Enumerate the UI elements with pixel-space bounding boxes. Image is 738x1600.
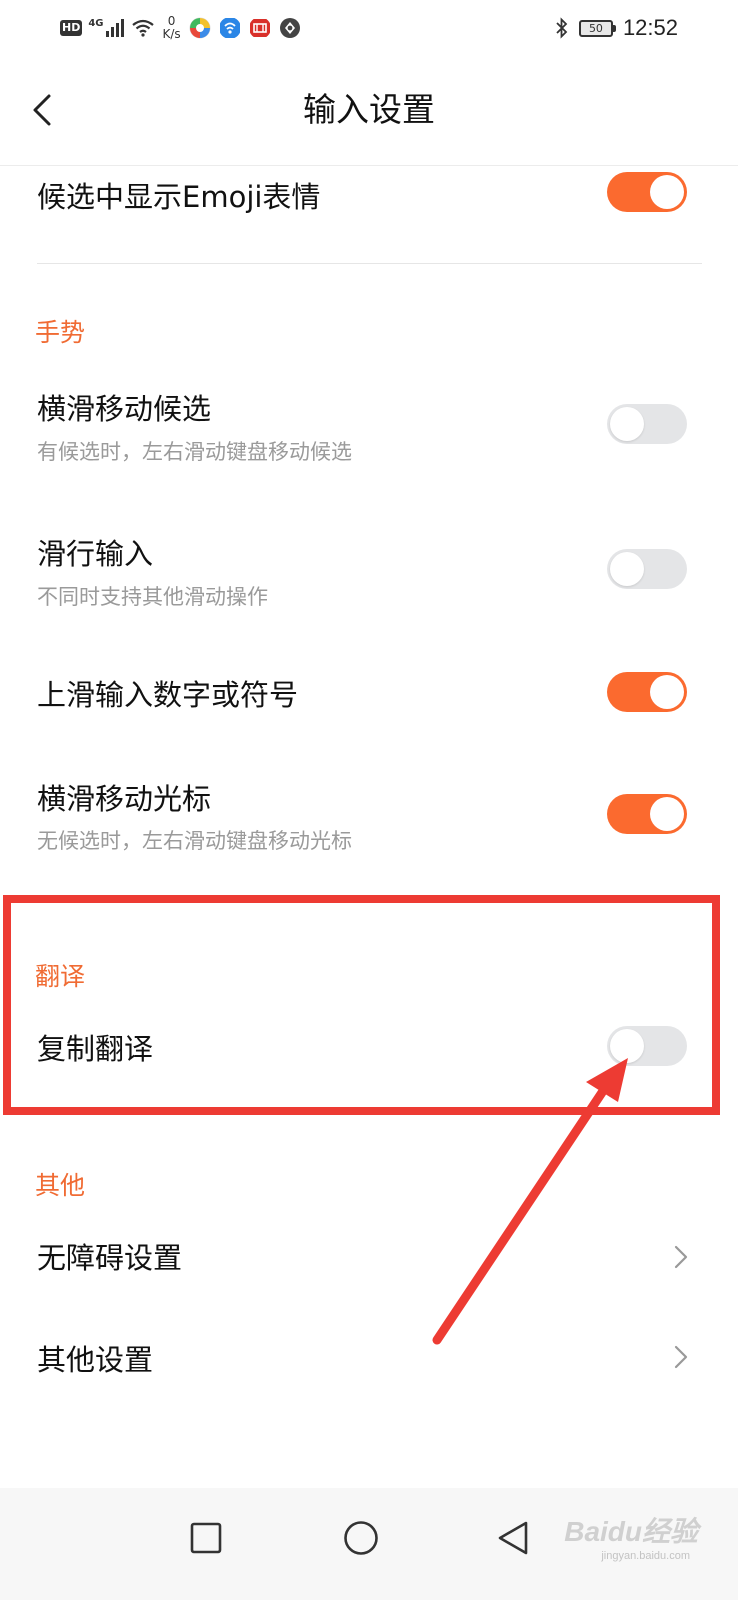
setting-row-other-settings[interactable]: 其他设置 [0,1325,738,1395]
status-bar: HD 4G 0 K/s 50 12:52 [0,0,738,56]
swipe-cursor-toggle[interactable] [607,794,687,834]
setting-row-accessibility[interactable]: 无障碍设置 [0,1225,738,1295]
status-bar-right: 50 12:52 [555,12,678,44]
toggle-knob [610,1029,644,1063]
app-notification-icon [279,18,300,38]
watermark-url: jingyan.baidu.com [601,1550,690,1562]
nav-back-icon [498,1521,528,1555]
setting-title: 滑行输入 [37,537,154,571]
emoji-toggle[interactable] [607,172,687,212]
setting-subtitle: 无候选时，左右滑动键盘移动光标 [37,829,352,853]
setting-title: 上滑输入数字或符号 [37,678,299,712]
app-notification-icon [189,17,211,39]
swipe-candidates-toggle[interactable] [607,404,687,444]
signal-icon [105,19,124,37]
setting-row-swipe-up-symbols[interactable]: 上滑输入数字或符号 [0,660,738,740]
setting-title: 横滑移动光标 [37,782,212,816]
battery-level: 50 [588,21,603,35]
clock: 12:52 [622,15,678,40]
toggle-knob [650,675,684,709]
network-speed-unit: K/s [162,27,181,41]
section-title-translate: 翻译 [35,962,86,991]
bluetooth-icon [556,17,568,39]
nav-back-button[interactable] [484,1508,544,1568]
setting-row-emoji[interactable]: 候选中显示Emoji表情 [0,166,738,262]
setting-title: 候选中显示Emoji表情 [37,180,321,214]
app-notification-icon [219,18,240,38]
nav-home-icon [344,1521,378,1555]
nav-home-button[interactable] [331,1508,391,1568]
toggle-knob [650,797,684,831]
nav-recents-icon [190,1522,222,1554]
section-title-other: 其他 [35,1171,86,1200]
setting-title: 无障碍设置 [37,1241,183,1275]
wifi-icon [131,19,154,37]
hd-indicator: HD [60,20,83,36]
toggle-knob [650,175,684,209]
divider [37,263,702,264]
nav-recents-button[interactable] [176,1508,236,1568]
annotation-highlight-box [3,895,720,1115]
setting-title: 复制翻译 [37,1032,154,1066]
glide-input-toggle[interactable] [607,549,687,589]
chevron-right-icon [674,1345,688,1369]
setting-row-glide-input[interactable]: 滑行输入 不同时支持其他滑动操作 [0,525,738,635]
setting-title: 其他设置 [37,1343,154,1377]
setting-subtitle: 有候选时，左右滑动键盘移动候选 [37,440,352,464]
setting-subtitle: 不同时支持其他滑动操作 [37,585,268,609]
toggle-knob [610,407,644,441]
setting-row-copy-translate[interactable]: 复制翻译 [0,1020,738,1080]
chevron-right-icon [674,1245,688,1269]
battery-icon: 50 [578,19,616,37]
swipe-up-symbols-toggle[interactable] [607,672,687,712]
watermark-logo: Baidu经验 [564,1516,698,1547]
system-nav-bar: Baidu经验 jingyan.baidu.com [0,1488,738,1600]
setting-title: 横滑移动候选 [37,392,212,426]
network-speed: 0 K/s [163,15,181,41]
page-title: 输入设置 [303,90,435,129]
toggle-knob [610,552,644,586]
setting-row-swipe-candidates[interactable]: 横滑移动候选 有候选时，左右滑动键盘移动候选 [0,380,738,490]
network-type: 4G [88,17,104,29]
section-title-gesture: 手势 [35,318,86,347]
status-bar-left: HD 4G 0 K/s [60,12,301,44]
copy-translate-toggle[interactable] [607,1026,687,1066]
app-header: 输入设置 [0,56,738,166]
setting-row-swipe-cursor[interactable]: 横滑移动光标 无候选时，左右滑动键盘移动光标 [0,770,738,880]
app-notification-icon [249,19,270,37]
